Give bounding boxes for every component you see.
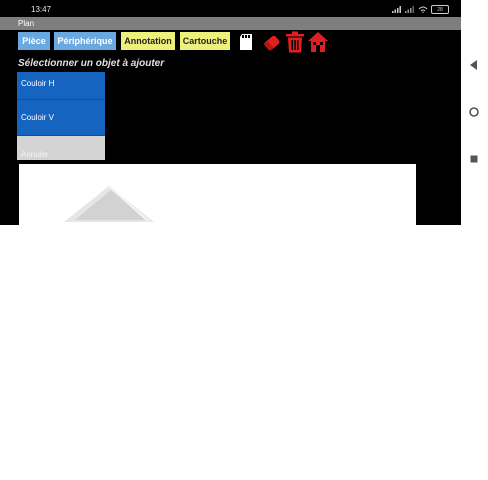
window-title: Plan [0,17,461,30]
signal-2-icon [405,6,414,13]
back-triangle-icon[interactable] [470,60,478,70]
cartouche-button[interactable]: Cartouche [180,32,230,50]
list-item-couloir-v[interactable]: Couloir V [17,100,105,136]
select-object-title: Sélectionner un objet à ajouter [18,58,165,69]
status-time: 13:47 [31,5,52,14]
plan-canvas[interactable] [19,164,416,225]
annotation-button[interactable]: Annotation [121,32,175,50]
status-bar: 13:47 28 [0,0,461,17]
app-screen: 13:47 28 Plan Pièce Périphérique Annotat… [0,0,461,225]
cancel-button[interactable]: Annuler [17,136,105,160]
object-list: Couloir H Couloir V Annuler [17,72,105,160]
sd-card-icon[interactable] [239,34,253,50]
drawing-preview [64,185,154,223]
peripherique-button[interactable]: Périphérique [54,32,116,50]
home-circle-icon[interactable] [469,107,479,117]
status-icons: 28 [392,5,449,14]
wifi-icon [418,6,428,13]
eraser-icon[interactable] [261,32,283,54]
list-item-couloir-h[interactable]: Couloir H [17,72,105,100]
system-nav-bar [461,0,488,225]
battery-icon: 28 [431,5,449,14]
piece-button[interactable]: Pièce [18,32,50,50]
toolbar: Pièce Périphérique Annotation Cartouche [0,30,461,55]
signal-icon [392,6,401,13]
home-icon[interactable] [307,31,329,53]
recents-square-icon[interactable] [470,155,478,163]
trash-icon[interactable] [285,31,305,53]
